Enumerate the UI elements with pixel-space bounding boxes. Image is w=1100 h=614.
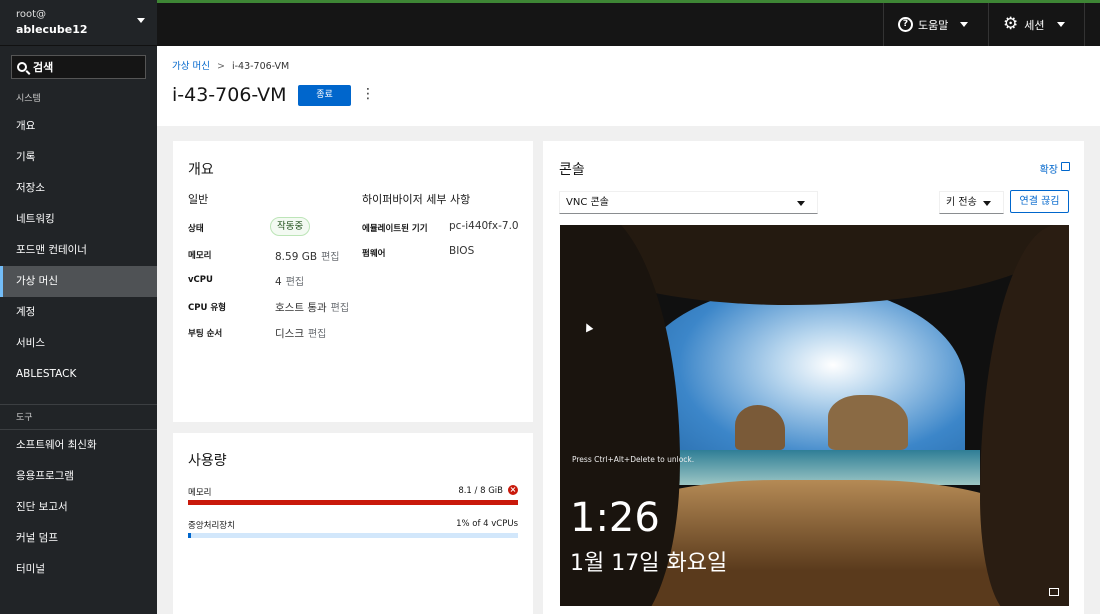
breadcrumb: 가상 머신 > i-43-706-VM [172, 61, 290, 72]
firmware-value: BIOS [449, 245, 475, 257]
usage-cpu-label: 중앙처리장치 [188, 521, 235, 531]
kebab-menu-icon[interactable]: ⋮ [361, 87, 375, 101]
cpu-type-label: CPU 유형 [188, 303, 226, 313]
sidebar-system-item[interactable]: 기록 [0, 142, 157, 173]
search-input[interactable]: 검색 [11, 55, 146, 79]
vcpu-edit-link[interactable]: 편집 [286, 277, 304, 288]
memory-label: 메모리 [188, 251, 212, 261]
usage-cpu-value: 1% of 4 vCPUs [456, 519, 518, 529]
section-header-system: 시스템 [16, 94, 41, 104]
session-label: 세션 [1024, 18, 1045, 32]
section-header-tools: 도구 [16, 413, 33, 423]
emulated-machine-value: pc-i440fx-7.0 [449, 220, 519, 232]
sidebar: root@ ablecube12 검색 시스템 개요 기록 저장소 네트워킹 포드맨 컨… [0, 0, 157, 614]
hypervisor-heading: 하이퍼바이저 세부 사항 [362, 193, 471, 206]
memory-edit-link[interactable]: 편집 [321, 252, 339, 263]
vnc-screen[interactable]: Press Ctrl+Alt+Delete to unlock. 1:26 1월… [560, 225, 1069, 606]
page-header: 가상 머신 > i-43-706-VM i-43-706-VM 종료 ⋮ [157, 46, 1100, 126]
memory-value: 8.59 GB 편집 [275, 251, 340, 263]
lock-clock: 1:26 [570, 495, 660, 541]
sidebar-system-item[interactable]: 저장소 [0, 173, 157, 204]
sidebar-system-item[interactable]: 네트워킹 [0, 204, 157, 235]
overview-title: 개요 [188, 162, 214, 178]
boot-order-value: 디스크 편집 [275, 328, 327, 340]
breadcrumb-parent-link[interactable]: 가상 머신 [172, 61, 210, 72]
memory-usage-bar [188, 500, 518, 505]
send-key-dropdown[interactable]: 키 전송 [939, 191, 1004, 214]
memory-usage-fill [188, 500, 518, 505]
breadcrumb-current: i-43-706-VM [231, 61, 290, 72]
state-label: 상태 [188, 224, 204, 234]
disconnect-button[interactable]: 연결 끊김 [1010, 190, 1069, 213]
host-user: root@ [16, 9, 47, 20]
cpu-type-value: 호스트 통과 편집 [275, 302, 350, 314]
usage-memory-value: 8.1 / 8 GiB [458, 486, 503, 496]
sidebar-system-item[interactable]: 개요 [0, 111, 157, 142]
send-key-label: 키 전송 [946, 197, 977, 208]
sidebar-tools-item[interactable]: 소프트웨어 최신화 [0, 430, 157, 461]
boot-order-label: 부팅 순서 [188, 329, 223, 339]
cpu-type-edit-link[interactable]: 편집 [331, 303, 349, 314]
usage-title: 사용량 [188, 453, 227, 469]
help-icon: ? [898, 17, 913, 32]
sidebar-tools-item[interactable]: 진단 보고서 [0, 492, 157, 523]
emulated-machine-label: 에뮬레이트된 기기 [362, 224, 428, 234]
keyboard-icon [1049, 588, 1059, 596]
cpu-usage-fill [188, 533, 192, 538]
console-card: 콘솔 확장 VNC 콘솔 키 전송 연결 끊김 Press Ctrl+Alt+D… [543, 141, 1084, 614]
usage-memory-label: 메모리 [188, 488, 212, 498]
vcpu-label: vCPU [188, 275, 213, 285]
overview-card: 개요 일반 하이퍼바이저 세부 사항 상태 작동중 메모리 8.59 GB 편집 … [173, 141, 533, 422]
lock-hint: Press Ctrl+Alt+Delete to unlock. [572, 455, 695, 464]
console-type-value: VNC 콘솔 [566, 197, 609, 208]
error-icon: × [508, 485, 518, 495]
gear-icon: ⚙ [1003, 14, 1019, 34]
sidebar-tools-item[interactable]: 커널 덤프 [0, 523, 157, 554]
sidebar-system-item[interactable]: 서비스 [0, 328, 157, 359]
sidebar-system-item[interactable]: 포드맨 컨테이너 [0, 235, 157, 266]
session-menu-button[interactable]: ⚙ 세션 [988, 3, 1084, 46]
expand-link[interactable]: 확장 [1040, 161, 1058, 176]
sidebar-tools-item[interactable]: 응용프로그램 [0, 461, 157, 492]
host-name: ablecube12 [16, 23, 88, 36]
chevron-down-icon [960, 22, 969, 27]
firmware-label: 펌웨어 [362, 249, 386, 259]
top-bar: ? 도움말 ⚙ 세션 [157, 0, 1100, 46]
shutdown-button[interactable]: 종료 [298, 85, 351, 106]
chevron-down-icon [797, 201, 805, 206]
chevron-down-icon [983, 201, 991, 206]
console-title: 콘솔 [559, 162, 585, 178]
status-badge: 작동중 [270, 217, 311, 236]
lock-date: 1월 17일 화요일 [570, 551, 728, 576]
sidebar-system-item[interactable]: ABLESTACK [0, 359, 157, 390]
host-switcher[interactable]: root@ ablecube12 [0, 0, 157, 46]
help-menu-button[interactable]: ? 도움말 [883, 3, 988, 46]
search-label: 검색 [33, 61, 54, 74]
help-label: 도움말 [918, 18, 949, 32]
usage-card: 사용량 메모리 8.1 / 8 GiB × 중앙처리장치 1% of 4 vCP… [173, 433, 533, 614]
vcpu-value: 4 편집 [275, 276, 305, 288]
cpu-usage-bar [188, 533, 518, 538]
sidebar-system-item[interactable]: 가상 머신 [0, 266, 157, 297]
sidebar-tools-item[interactable]: 터미널 [0, 554, 157, 585]
chevron-down-icon [137, 18, 145, 23]
sidebar-system-item[interactable]: 계정 [0, 297, 157, 328]
general-heading: 일반 [188, 193, 209, 206]
search-icon [17, 62, 27, 72]
console-type-select[interactable]: VNC 콘솔 [559, 191, 818, 214]
boot-order-edit-link[interactable]: 편집 [308, 329, 326, 340]
expand-icon[interactable] [1061, 162, 1070, 171]
chevron-down-icon [1056, 22, 1065, 27]
page-title: i-43-706-VM [172, 84, 287, 106]
